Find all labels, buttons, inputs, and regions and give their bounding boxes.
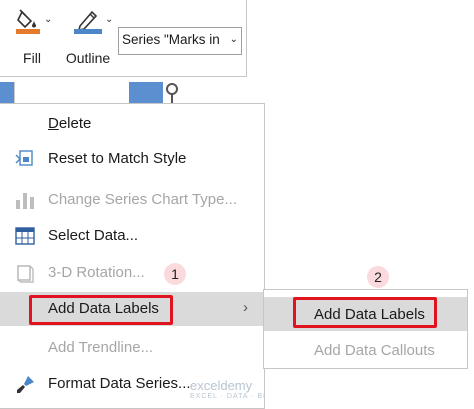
outline-button[interactable]: ⌄ Outline [62,6,114,68]
series-dropdown[interactable]: Series "Marks in ⌄ [118,27,242,55]
chevron-down-icon[interactable]: ⌄ [44,14,52,25]
context-menu: Delete Reset to Match Style Change Serie… [0,103,265,409]
submenu-item-add-data-callouts[interactable]: Add Data Callouts [264,333,467,367]
step-2-badge: 2 [367,266,389,288]
menu-item-label: Add Trendline... [48,339,154,356]
pen-outline-icon [74,8,102,38]
menu-item-label: Delete [48,115,91,132]
3d-rotation-icon [14,263,36,283]
chevron-right-icon: › [243,299,248,316]
paint-brush-icon [14,374,36,394]
menu-item-select-data[interactable]: Select Data... [0,219,264,253]
menu-item-add-trendline[interactable]: Add Trendline... [0,331,264,365]
watermark-tagline: EXCEL · DATA · BI [190,393,266,400]
bar-chart-icon [14,190,36,210]
menu-item-change-chart-type[interactable]: Change Series Chart Type... [0,183,264,217]
chart-bar [129,82,163,103]
paint-bucket-icon [16,8,40,38]
chevron-down-icon: ⌄ [229,34,238,45]
menu-item-label: D [48,115,59,132]
menu-item-3d-rotation[interactable]: 3-D Rotation... [0,256,264,290]
menu-item-label: Format Data Series... [48,375,191,392]
fill-button[interactable]: ⌄ Fill [12,6,52,68]
menu-item-reset-style[interactable]: Reset to Match Style [0,142,264,176]
select-data-icon [14,226,36,246]
outline-label: Outline [65,50,111,66]
watermark: exceldemy EXCEL · DATA · BI [190,378,266,400]
reset-style-icon [14,149,36,169]
menu-item-label: Select Data... [48,227,139,244]
menu-item-delete[interactable]: Delete [0,107,264,141]
menu-item-label: Reset to Match Style [48,150,187,167]
chevron-down-icon[interactable]: ⌄ [105,14,113,25]
chart-bar [0,82,14,103]
selection-handle[interactable] [166,83,178,95]
menu-item-label: 3-D Rotation... [48,264,145,281]
mini-toolbar: ⌄ Fill ⌄ Outline Series "Marks in ⌄ [0,0,247,77]
menu-item-label: Change Series Chart Type... [48,191,237,208]
watermark-brand: exceldemy [190,378,253,393]
menu-item-label: elete [58,115,92,132]
highlight-box-step2 [293,297,437,328]
series-dropdown-value: Series "Marks in [122,32,220,47]
submenu-item-label: Add Data Callouts [314,342,435,359]
step-1-badge: 1 [164,263,186,285]
highlight-box-step1 [29,295,173,325]
fill-label: Fill [23,50,41,66]
chart-gridline [14,82,15,103]
